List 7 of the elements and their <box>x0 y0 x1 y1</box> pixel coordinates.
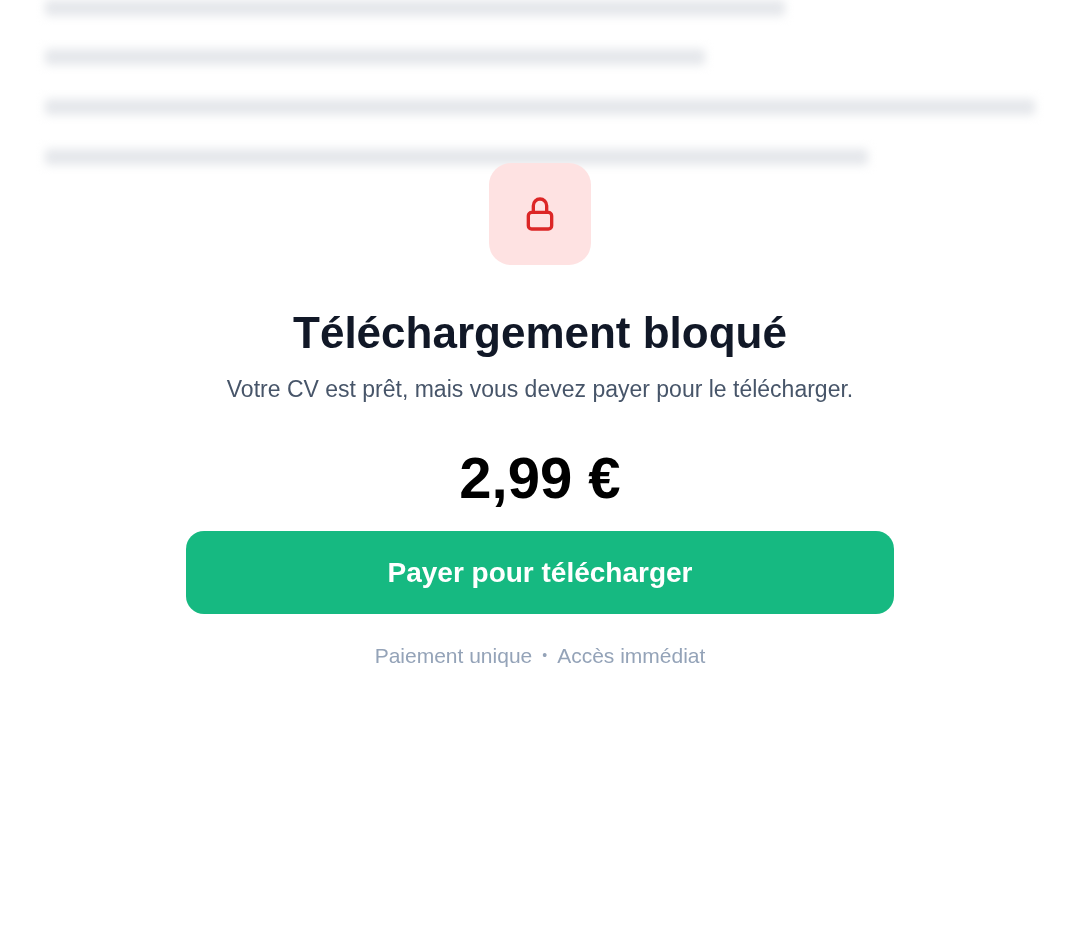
footer-note: Paiement unique <box>374 643 533 669</box>
pay-button[interactable]: Payer pour télécharger <box>186 531 894 614</box>
footer-note: Accès immédiat <box>557 643 706 669</box>
dialog-message: Votre CV est prêt, mais vous devez payer pour le télécharger. <box>226 375 854 404</box>
separator-dot: • <box>542 646 548 666</box>
dialog-title: Téléchargement bloqué <box>293 307 787 359</box>
price: 2,99 € <box>459 444 621 512</box>
